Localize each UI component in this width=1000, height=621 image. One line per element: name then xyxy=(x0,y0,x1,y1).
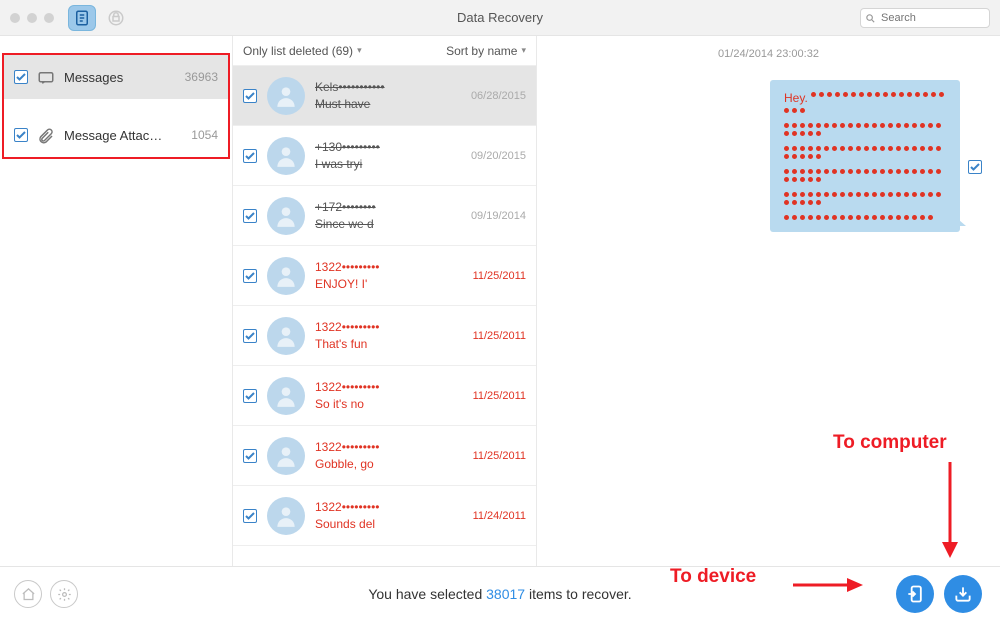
avatar xyxy=(267,377,305,415)
conversation-text: +172••••••••Since we d xyxy=(315,199,461,231)
conversation-preview: So it's no xyxy=(315,396,463,412)
filter-dropdown[interactable]: Only list deleted (69)▾ xyxy=(243,44,362,58)
avatar xyxy=(267,437,305,475)
chevron-down-icon: ▾ xyxy=(357,45,362,56)
sidebar-item-count: 36963 xyxy=(185,70,218,84)
avatar xyxy=(267,257,305,295)
checkbox[interactable] xyxy=(243,329,257,343)
conversation-text: 1322•••••••••That's fun xyxy=(315,319,463,351)
conversation-date: 11/25/2011 xyxy=(473,330,526,342)
conversation-preview: Gobble, go xyxy=(315,456,463,472)
category-highlight-box: Messages 36963 Message Attac… 1054 xyxy=(2,53,230,159)
conversation-preview: I was tryi xyxy=(315,156,461,172)
conversation-list[interactable]: Kels•••••••••••Must have 06/28/2015 +130••… xyxy=(233,66,536,566)
search-icon xyxy=(865,11,876,29)
conversation-row[interactable]: Kels•••••••••••Must have 06/28/2015 xyxy=(233,66,536,126)
selection-status: You have selected 38017 items to recover… xyxy=(0,586,1000,602)
home-button[interactable] xyxy=(14,580,42,608)
conversation-row[interactable]: 1322•••••••••That's fun 11/25/2011 xyxy=(233,306,536,366)
conversation-name: +172•••••••• xyxy=(315,199,461,215)
bubble-checkbox[interactable] xyxy=(968,160,982,174)
conversation-date: 11/25/2011 xyxy=(473,450,526,462)
conversation-row[interactable]: 1322•••••••••ENJOY! I' 11/25/2011 xyxy=(233,246,536,306)
detail-timestamp: 01/24/2014 23:00:32 xyxy=(555,48,982,60)
avatar xyxy=(267,77,305,115)
conversation-row[interactable]: +130•••••••••I was tryi 09/20/2015 xyxy=(233,126,536,186)
avatar xyxy=(267,137,305,175)
avatar xyxy=(267,197,305,235)
messages-icon xyxy=(37,69,55,85)
conversation-name: 1322••••••••• xyxy=(315,319,463,335)
conversation-name: Kels••••••••••• xyxy=(315,79,461,95)
conversation-text: Kels•••••••••••Must have xyxy=(315,79,461,111)
sidebar-item-label: Messages xyxy=(64,70,176,85)
conversation-row[interactable]: 1322•••••••••Sounds del 11/24/2011 xyxy=(233,486,536,546)
conversation-text: 1322•••••••••ENJOY! I' xyxy=(315,259,463,291)
settings-button[interactable] xyxy=(50,580,78,608)
conversation-date: 09/19/2014 xyxy=(471,210,526,222)
conversation-preview: That's fun xyxy=(315,336,463,352)
avatar xyxy=(267,497,305,535)
sidebar-item-attachments[interactable]: Message Attac… 1054 xyxy=(4,113,228,157)
conversation-preview: Must have xyxy=(315,96,461,112)
sort-dropdown[interactable]: Sort by name▾ xyxy=(446,44,526,58)
window-controls[interactable] xyxy=(10,13,54,23)
mode-secure-button[interactable] xyxy=(102,5,130,31)
conversation-text: 1322•••••••••So it's no xyxy=(315,379,463,411)
message-detail-pane: 01/24/2014 23:00:32 Hey. xyxy=(537,36,1000,566)
search-input[interactable] xyxy=(860,8,990,28)
attachment-icon xyxy=(37,127,55,143)
checkbox[interactable] xyxy=(14,128,28,142)
conversation-row[interactable]: 1322•••••••••Gobble, go 11/25/2011 xyxy=(233,426,536,486)
checkbox[interactable] xyxy=(243,509,257,523)
conversation-name: 1322••••••••• xyxy=(315,259,463,275)
window-title: Data Recovery xyxy=(0,10,1000,25)
conversation-name: +130••••••••• xyxy=(315,139,461,155)
checkbox[interactable] xyxy=(243,149,257,163)
conversation-date: 11/25/2011 xyxy=(473,390,526,402)
sidebar-item-label: Message Attac… xyxy=(64,128,182,143)
recover-to-device-button[interactable] xyxy=(896,575,934,613)
conversation-text: 1322•••••••••Gobble, go xyxy=(315,439,463,471)
top-toolbar: Data Recovery xyxy=(0,0,1000,36)
conversation-date: 11/24/2011 xyxy=(473,510,526,522)
conversation-name: 1322••••••••• xyxy=(315,379,463,395)
message-bubble: Hey. xyxy=(770,80,960,232)
conversation-preview: ENJOY! I' xyxy=(315,276,463,292)
checkbox[interactable] xyxy=(243,209,257,223)
conversation-column: Only list deleted (69)▾ Sort by name▾ Ke… xyxy=(233,36,537,566)
mode-content-button[interactable] xyxy=(68,5,96,31)
checkbox[interactable] xyxy=(243,89,257,103)
checkbox[interactable] xyxy=(243,269,257,283)
conversation-row[interactable]: +172••••••••Since we d 09/19/2014 xyxy=(233,186,536,246)
sidebar-item-messages[interactable]: Messages 36963 xyxy=(4,55,228,99)
conversation-date: 11/25/2011 xyxy=(473,270,526,282)
conversation-name: 1322••••••••• xyxy=(315,439,463,455)
sidebar-item-count: 1054 xyxy=(191,128,218,142)
checkbox[interactable] xyxy=(243,389,257,403)
chevron-down-icon: ▾ xyxy=(521,45,526,56)
conversation-text: 1322•••••••••Sounds del xyxy=(315,499,463,531)
conversation-name: 1322••••••••• xyxy=(315,499,463,515)
conversation-preview: Sounds del xyxy=(315,516,463,532)
conversation-preview: Since we d xyxy=(315,216,461,232)
conversation-date: 06/28/2015 xyxy=(471,90,526,102)
category-sidebar: Messages 36963 Message Attac… 1054 xyxy=(0,36,233,566)
conversation-row[interactable]: 1322•••••••••So it's no 11/25/2011 xyxy=(233,366,536,426)
bottom-bar: You have selected 38017 items to recover… xyxy=(0,566,1000,621)
checkbox[interactable] xyxy=(14,70,28,84)
checkbox[interactable] xyxy=(243,449,257,463)
avatar xyxy=(267,317,305,355)
recover-to-computer-button[interactable] xyxy=(944,575,982,613)
conversation-text: +130•••••••••I was tryi xyxy=(315,139,461,171)
conversation-date: 09/20/2015 xyxy=(471,150,526,162)
